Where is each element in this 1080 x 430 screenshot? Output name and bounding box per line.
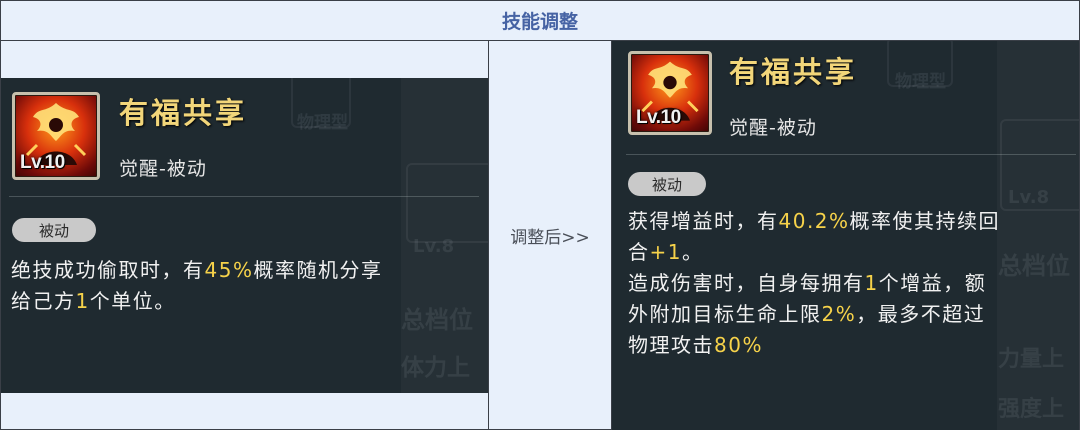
skill-description: 绝技成功偷取时，有45%概率随机分享 给己方1个单位。 bbox=[11, 255, 382, 317]
skill-level: Lv.10 bbox=[20, 152, 65, 173]
background-text: 力量上 bbox=[998, 347, 1065, 372]
skill-type: 觉醒-被动 bbox=[119, 158, 207, 180]
skill-card-before: 物理型 Lv.8 总档位 体力上 Lv.10 有福共享 觉醒-被动 被动 绝技成… bbox=[1, 78, 488, 393]
description-line: 获得增益时，有40.2%概率使其持续回 bbox=[628, 209, 1001, 233]
skill-card-after: 物理型 Lv.8 总档位 力量上 强度上 Lv.10 有福共享 觉醒-被动 被动… bbox=[612, 41, 1079, 430]
passive-badge: 被动 bbox=[12, 218, 96, 242]
divider bbox=[9, 196, 479, 197]
passive-badge: 被动 bbox=[628, 172, 706, 196]
skill-icon: Lv.10 bbox=[12, 92, 100, 180]
background-text: 物理型 bbox=[895, 72, 946, 92]
divider bbox=[626, 154, 1076, 155]
description-line: 合+1。 bbox=[628, 240, 704, 264]
background-text: 总档位 bbox=[401, 306, 473, 334]
skill-icon: Lv.10 bbox=[628, 51, 712, 135]
table-title: 技能调整 bbox=[1, 1, 1079, 41]
background-text: Lv.8 bbox=[413, 236, 455, 257]
background-decoration bbox=[406, 163, 488, 243]
skill-name: 有福共享 bbox=[119, 96, 248, 130]
skill-name: 有福共享 bbox=[729, 55, 858, 89]
description-line: 外附加目标生命上限2%，最多不超过 bbox=[628, 302, 986, 326]
skill-level: Lv.10 bbox=[636, 107, 681, 128]
description-line: 造成伤害时，自身每拥有1个增益，额 bbox=[628, 271, 987, 295]
background-text: 总档位 bbox=[998, 252, 1070, 280]
adjusted-arrow-label: 调整后>> bbox=[510, 227, 590, 248]
background-text: 强度上 bbox=[998, 397, 1065, 422]
background-text: 体力上 bbox=[401, 355, 470, 381]
description-line: 物理攻击80% bbox=[628, 333, 763, 357]
description-line: 给己方1个单位。 bbox=[11, 289, 176, 313]
description-line: 绝技成功偷取时，有45%概率随机分享 bbox=[11, 258, 383, 282]
skill-description: 获得增益时，有40.2%概率使其持续回 合+1。 造成伤害时，自身每拥有1个增益… bbox=[628, 206, 1000, 361]
background-text: 物理型 bbox=[297, 113, 348, 133]
background-text: Lv.8 bbox=[1008, 187, 1050, 208]
skill-type: 觉醒-被动 bbox=[729, 117, 817, 139]
